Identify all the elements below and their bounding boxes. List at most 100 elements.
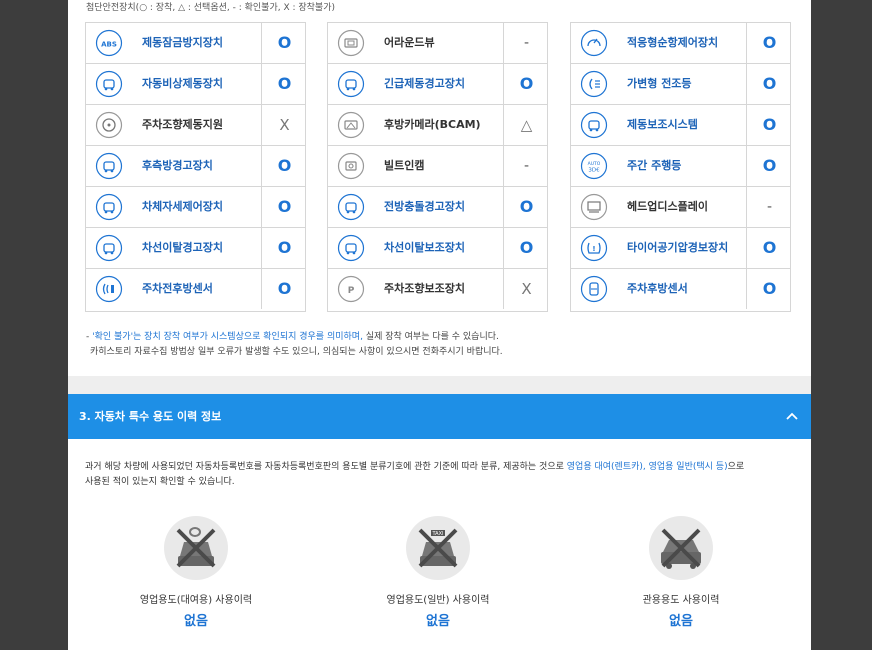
hud-icon bbox=[580, 193, 608, 221]
feature-status: O bbox=[277, 197, 292, 216]
feature-label: 차체자세제어장치 bbox=[142, 200, 223, 213]
feature-status: O bbox=[277, 156, 292, 175]
rental-car-crossed-icon bbox=[164, 516, 228, 580]
feature-label: 자동비상제동장치 bbox=[142, 77, 223, 90]
feature-label: 긴급제동경고장치 bbox=[384, 77, 465, 90]
feature-row: 적응형순항제어장치 O bbox=[571, 23, 790, 64]
feature-label: 주차조향제동지원 bbox=[142, 118, 223, 131]
feature-status: O bbox=[762, 33, 777, 52]
feature-status: O bbox=[277, 33, 292, 52]
feature-status: O bbox=[762, 279, 777, 298]
feature-label: 주차전후방센서 bbox=[142, 282, 213, 295]
feature-row: 빌트인캠 - bbox=[328, 146, 547, 187]
feature-label: 적응형순항제어장치 bbox=[627, 36, 719, 49]
feature-status: O bbox=[277, 74, 292, 93]
feature-row: 자동비상제동장치 O bbox=[86, 64, 305, 105]
abs-icon: ABS bbox=[95, 29, 123, 57]
feature-label: 주차후방센서 bbox=[627, 282, 688, 295]
feature-status: O bbox=[762, 115, 777, 134]
builtin-cam-icon bbox=[337, 152, 365, 180]
feature-row: 제동보조시스템 O bbox=[571, 105, 790, 146]
svg-text:AUTO: AUTO bbox=[588, 161, 601, 167]
adaptive-headlight-icon bbox=[580, 70, 608, 98]
legend-text: 첨단안전장치(○ : 장착, △ : 선택옵션, - : 확인불가, X : 장… bbox=[86, 3, 335, 13]
feature-row: 후측방경고장치 O bbox=[86, 146, 305, 187]
parking-assist-icon: P bbox=[337, 275, 365, 303]
feature-row: 주차조향제동지원 X bbox=[86, 105, 305, 146]
svg-text:TAXI: TAXI bbox=[432, 531, 444, 537]
stability-control-icon bbox=[95, 193, 123, 221]
feature-label: 전방충돌경고장치 bbox=[384, 200, 465, 213]
feature-status: O bbox=[762, 238, 777, 257]
feature-label: 차선이탈보조장치 bbox=[384, 241, 465, 254]
forward-collision-icon bbox=[337, 193, 365, 221]
steering-wheel-icon bbox=[95, 111, 123, 139]
feature-row: P 주차조향보조장치 X bbox=[328, 269, 547, 310]
usage-history-label: 영업용도(일반) 사용이력 bbox=[386, 595, 490, 606]
around-view-icon bbox=[337, 29, 365, 57]
rear-camera-icon bbox=[337, 111, 365, 139]
note-line-1: - '확인 불가'는 장치 장착 여부가 시스템상으로 확인되지 경우를 의미하… bbox=[86, 332, 499, 342]
feature-row: 어라운드뷰 - bbox=[328, 23, 547, 64]
feature-label: 후방카메라(BCAM) bbox=[384, 118, 481, 131]
feature-grid-2: 어라운드뷰 - 긴급제동경고장치 O 후방카메라(BCAM) △ 빌트인캠 - 전방충돌경고장치… bbox=[327, 22, 548, 312]
desc-highlight: 영업용 대여(렌트카), 영업용 일반(택시 등) bbox=[566, 462, 728, 472]
usage-history-item: 영업용도(대여용) 사용이력없음 bbox=[116, 516, 276, 636]
feature-label: 가변형 전조등 bbox=[627, 77, 692, 90]
emergency-warning-icon bbox=[337, 70, 365, 98]
feature-status: - bbox=[523, 35, 530, 51]
usage-history-label: 관용용도 사용이력 bbox=[642, 595, 720, 606]
section-3-header[interactable]: 3. 자동차 특수 용도 이력 정보 bbox=[68, 394, 811, 439]
feature-row: 차체자세제어장치 O bbox=[86, 187, 305, 228]
feature-grid-1: ABS 제동잠금방지장치 O 자동비상제동장치 O 주차조향제동지원 X 후측방경고장치 O 차체… bbox=[85, 22, 306, 312]
feature-row: ABS 제동잠금방지장치 O bbox=[86, 23, 305, 64]
section-3-desc-line-2: 사용된 적이 있는지 확인할 수 있습니다. bbox=[85, 477, 235, 487]
feature-label: 헤드업디스플레이 bbox=[627, 200, 708, 213]
feature-label: 차선이탈경고장치 bbox=[142, 241, 223, 254]
usage-history-item: 관용용도 사용이력없음 bbox=[601, 516, 761, 636]
usage-history-value: 없음 bbox=[669, 614, 693, 629]
emergency-brake-icon bbox=[95, 70, 123, 98]
note-line-2: 카히스토리 자료수집 방법상 일부 오류가 발생할 수도 있으니, 의심되는 사… bbox=[90, 347, 503, 357]
parking-sensor-icon bbox=[95, 275, 123, 303]
feature-row: 주차전후방센서 O bbox=[86, 269, 305, 310]
rear-sensor-icon bbox=[580, 275, 608, 303]
brake-assist-icon bbox=[580, 111, 608, 139]
feature-row: 헤드업디스플레이 - bbox=[571, 187, 790, 228]
feature-row: ! 타이어공기압경보장치 O bbox=[571, 228, 790, 269]
feature-status: O bbox=[519, 197, 534, 216]
feature-label: 제동잠금방지장치 bbox=[142, 36, 223, 49]
usage-history-item: TAXI 영업용도(일반) 사용이력 없음 bbox=[358, 516, 518, 636]
svg-text:P: P bbox=[348, 286, 355, 296]
note-highlight: '확인 불가'는 장치 장착 여부가 시스템상으로 확인되지 경우를 의미하며, bbox=[92, 332, 363, 342]
tire-pressure-icon: ! bbox=[580, 234, 608, 262]
svg-text:!: ! bbox=[592, 245, 595, 253]
feature-status: △ bbox=[520, 116, 533, 134]
government-car-crossed-icon bbox=[649, 516, 713, 580]
usage-history-label: 영업용도(대여용) 사용이력 bbox=[139, 595, 253, 606]
rear-side-warning-icon bbox=[95, 152, 123, 180]
feature-row: AUTO 3D€ 주간 주행등 O bbox=[571, 146, 790, 187]
svg-text:3D€: 3D€ bbox=[588, 168, 600, 174]
feature-status: - bbox=[523, 158, 530, 174]
svg-text:ABS: ABS bbox=[101, 41, 117, 49]
feature-label: 타이어공기압경보장치 bbox=[627, 241, 729, 254]
feature-row: 가변형 전조등 O bbox=[571, 64, 790, 105]
feature-status: O bbox=[762, 74, 777, 93]
feature-status: O bbox=[519, 238, 534, 257]
feature-status: - bbox=[766, 199, 773, 215]
feature-label: 제동보조시스템 bbox=[627, 118, 698, 131]
feature-status: X bbox=[521, 280, 532, 298]
usage-history-value: 없음 bbox=[184, 614, 208, 629]
chevron-up-icon[interactable] bbox=[785, 409, 799, 423]
daytime-light-icon: AUTO3D€ bbox=[580, 152, 608, 180]
feature-label: 후측방경고장치 bbox=[142, 159, 213, 172]
lane-departure-icon bbox=[95, 234, 123, 262]
feature-status: O bbox=[762, 156, 777, 175]
feature-row: 차선이탈경고장치 O bbox=[86, 228, 305, 269]
feature-status: X bbox=[279, 116, 290, 134]
feature-row: 전방충돌경고장치 O bbox=[328, 187, 547, 228]
section-3-title: 3. 자동차 특수 용도 이력 정보 bbox=[79, 410, 222, 423]
feature-status: O bbox=[519, 74, 534, 93]
feature-label: 빌트인캠 bbox=[384, 159, 425, 172]
